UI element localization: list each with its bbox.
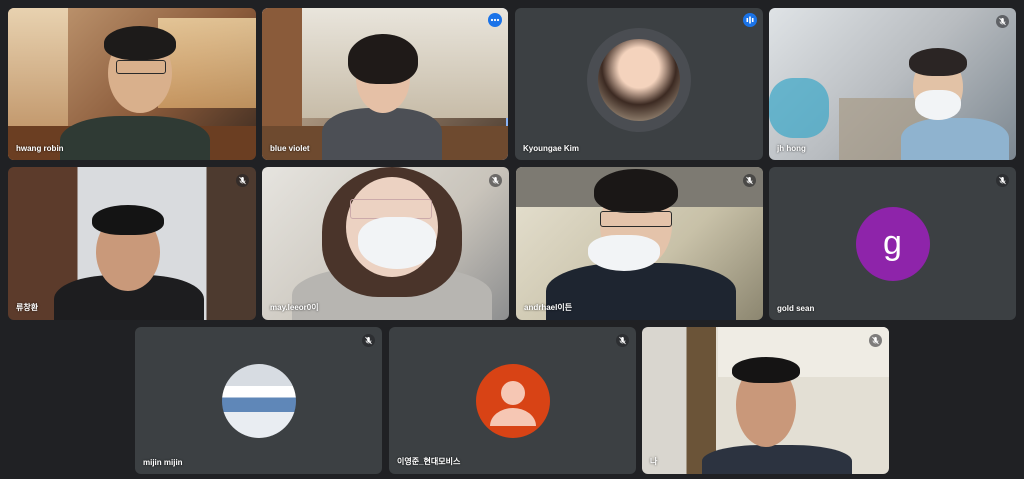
participant-tile-gold-sean[interactable]: g gold sean xyxy=(769,167,1016,320)
video-feed xyxy=(769,8,1016,160)
mic-off-icon xyxy=(489,174,502,187)
speaking-indicator-icon xyxy=(743,13,757,27)
mic-off-icon xyxy=(236,174,249,187)
participant-name: gold sean xyxy=(777,304,815,313)
mic-off-icon xyxy=(743,174,756,187)
participant-name: 류창환 xyxy=(16,303,39,312)
avatar-speaking-ring xyxy=(587,28,691,132)
participant-tile-hwang-robin[interactable]: hwang robin xyxy=(8,8,256,160)
video-feed xyxy=(262,8,508,160)
participant-name: may.leeor0이 xyxy=(270,303,319,312)
participant-name: Kyoungae Kim xyxy=(523,144,580,153)
participant-tile-andrhael[interactable]: andrhael이든 xyxy=(516,167,763,320)
video-feed xyxy=(262,167,509,320)
participant-name: jh hong xyxy=(777,144,806,153)
participant-tile-mijin-mijin[interactable]: mijin mijin xyxy=(135,327,382,474)
participant-tile-kyoungae-kim[interactable]: Kyoungae Kim xyxy=(515,8,763,160)
participant-tile-self[interactable]: 나 xyxy=(642,327,889,474)
avatar: g xyxy=(855,206,930,281)
video-feed xyxy=(8,8,256,160)
mic-off-icon xyxy=(869,334,882,347)
participant-tile-lee-youngjun[interactable]: 이영준_현대모비스 xyxy=(389,327,636,474)
participant-tile-blue-violet[interactable]: blue violet xyxy=(262,8,508,160)
video-feed xyxy=(642,327,889,474)
avatar xyxy=(598,39,680,121)
participant-name: hwang robin xyxy=(16,144,64,153)
avatar xyxy=(475,363,550,438)
mic-off-icon xyxy=(996,15,1009,28)
more-options-icon[interactable] xyxy=(488,13,502,27)
default-user-icon xyxy=(489,380,536,426)
participant-name: 이영준_현대모비스 xyxy=(397,457,461,466)
avatar xyxy=(221,363,296,438)
participant-name: blue violet xyxy=(270,144,310,153)
participant-name: andrhael이든 xyxy=(524,303,573,312)
video-feed xyxy=(516,167,763,320)
mic-off-icon xyxy=(362,334,375,347)
participant-name: 나 xyxy=(650,457,658,466)
participant-tile-jh-hong[interactable]: jh hong xyxy=(769,8,1016,160)
video-feed xyxy=(8,167,256,320)
participant-name: mijin mijin xyxy=(143,458,183,467)
mic-off-icon xyxy=(616,334,629,347)
participant-tile-may-leeor[interactable]: may.leeor0이 xyxy=(262,167,509,320)
mic-off-icon xyxy=(996,174,1009,187)
participant-tile-ryu-changhwan[interactable]: 류창환 xyxy=(8,167,256,320)
